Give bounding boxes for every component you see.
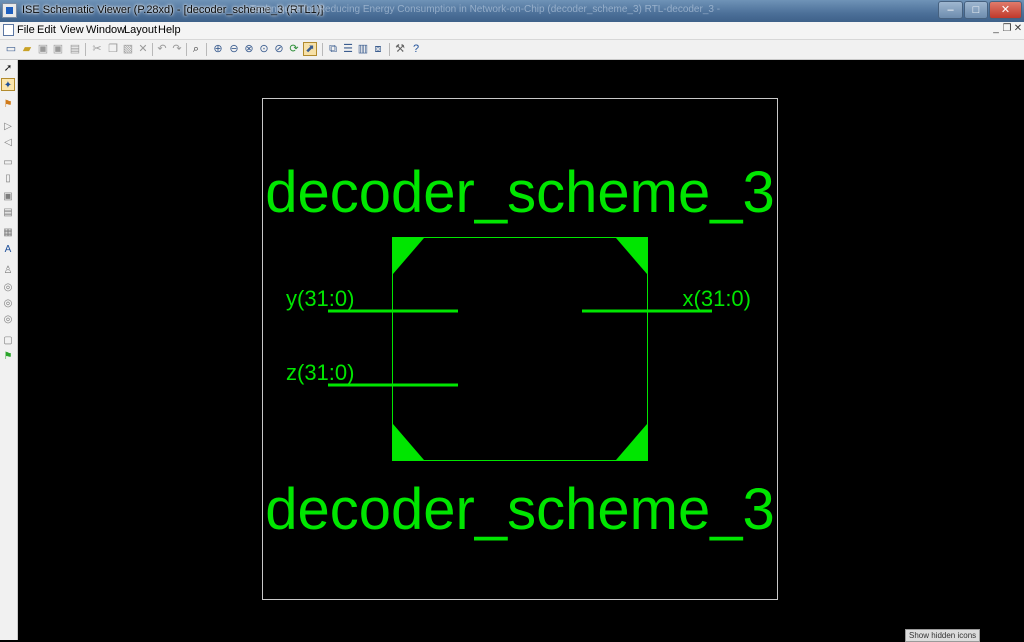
- block-top-label: decoder_scheme_3: [265, 160, 774, 225]
- fit-icon[interactable]: ▢: [1, 334, 15, 347]
- block-corner-top-right: [616, 238, 647, 274]
- menu-edit[interactable]: Edit: [37, 24, 56, 36]
- zoom-area-icon[interactable]: ⊙: [257, 42, 271, 56]
- tile-horizontal-icon[interactable]: ☰: [341, 42, 355, 56]
- port-label-z: z(31:0): [286, 360, 354, 385]
- add-wire-icon[interactable]: ⚑: [1, 98, 15, 111]
- undo-icon[interactable]: ↶: [155, 42, 169, 56]
- expand-icon[interactable]: ▷: [1, 120, 15, 133]
- menu-bar: File Edit View Window Layout Help _ ❐ ✕: [0, 22, 1024, 40]
- block-bottom-label: decoder_scheme_3: [265, 477, 774, 542]
- print-icon[interactable]: ▤: [68, 42, 82, 56]
- properties-icon[interactable]: ⚒: [393, 42, 407, 56]
- menu-layout[interactable]: Layout: [124, 24, 157, 36]
- toolbar: ▭ ▰ ▣ ▣ ▤ ✂ ❐ ▧ ✕ ↶ ↷ ⌕ ⊕ ⊖ ⊗ ⊙ ⊘ ⟳ ⬈ ⧉ …: [0, 40, 1024, 60]
- menu-help[interactable]: Help: [158, 24, 181, 36]
- previous-icon[interactable]: ◎: [1, 281, 15, 294]
- cascade-icon[interactable]: ⧉: [326, 42, 340, 56]
- next-icon[interactable]: ◎: [1, 297, 15, 310]
- arrange-icon[interactable]: ⧈: [371, 42, 385, 56]
- zoom-out-icon[interactable]: ⊖: [227, 42, 241, 56]
- find-icon[interactable]: ⌕: [189, 42, 203, 56]
- menu-window[interactable]: Window: [86, 24, 125, 36]
- hide-pins-icon[interactable]: ▤: [1, 206, 15, 219]
- pan-icon[interactable]: ⬈: [303, 42, 317, 56]
- redo-icon[interactable]: ↷: [170, 42, 184, 56]
- mdi-close-button[interactable]: ✕: [1012, 23, 1024, 34]
- tile-vertical-icon[interactable]: ▥: [356, 42, 370, 56]
- help-icon[interactable]: ?: [409, 42, 423, 56]
- delete-icon[interactable]: ✕: [136, 42, 150, 56]
- menu-view[interactable]: View: [60, 24, 84, 36]
- block-corner-top-left: [393, 238, 424, 274]
- paste-icon[interactable]: ▧: [121, 42, 135, 56]
- green-flag-icon[interactable]: ⚑: [1, 350, 15, 363]
- port-label-y: y(31:0): [286, 286, 354, 311]
- show-pins-icon[interactable]: ▣: [1, 190, 15, 203]
- copy-icon[interactable]: ❐: [106, 42, 120, 56]
- text-icon[interactable]: A: [1, 243, 15, 256]
- collapse-icon[interactable]: ◁: [1, 136, 15, 149]
- app-icon[interactable]: [2, 3, 17, 18]
- select-net-icon[interactable]: ✦: [1, 78, 15, 91]
- open-folder-icon[interactable]: ▰: [20, 42, 34, 56]
- title-bar: ISE Schematic Viewer (P.28xd) - [decoder…: [0, 0, 1024, 22]
- block-corner-bottom-right: [616, 424, 647, 460]
- new-file-icon[interactable]: ▭: [4, 42, 18, 56]
- block-corner-bottom-left: [393, 424, 424, 460]
- menu-file[interactable]: File: [17, 24, 35, 36]
- zoom-in-icon[interactable]: ⊕: [211, 42, 225, 56]
- select-arrow-icon[interactable]: ➚: [1, 62, 15, 75]
- instance-icon[interactable]: ▦: [1, 226, 15, 239]
- save-icon[interactable]: ▣: [36, 42, 50, 56]
- refresh-icon[interactable]: ⟳: [287, 42, 301, 56]
- close-button[interactable]: ✕: [989, 1, 1022, 19]
- up-level-icon[interactable]: ▭: [1, 156, 15, 169]
- cut-icon[interactable]: ✂: [90, 42, 104, 56]
- decoder-block[interactable]: [392, 237, 648, 461]
- minimize-button[interactable]: –: [938, 1, 963, 19]
- show-hidden-icons-tooltip: Show hidden icons: [905, 629, 981, 642]
- save-all-icon[interactable]: ▣: [51, 42, 65, 56]
- left-toolbar: ➚ ✦ ⚑ ▷ ◁ ▭ ▯ ▣ ▤ ▦ A ♙ ◎ ◎ ◎ ▢ ⚑: [0, 60, 18, 640]
- zoom-select-icon[interactable]: ⊘: [272, 42, 286, 56]
- schematic-svg: decoder_scheme_3 y(31:0) z(31:0) x(31:0)…: [262, 98, 778, 600]
- document-icon[interactable]: [3, 24, 14, 36]
- port-label-x: x(31:0): [683, 286, 751, 311]
- push-into-icon[interactable]: ▯: [1, 172, 15, 185]
- add-instance-icon[interactable]: ♙: [1, 264, 15, 277]
- zoom-full-icon[interactable]: ⊗: [242, 42, 256, 56]
- back-icon[interactable]: ◎: [1, 313, 15, 326]
- background-window-title: Techniques for Reducing Energy Consumpti…: [250, 4, 720, 15]
- maximize-button[interactable]: □: [964, 1, 988, 19]
- schematic-canvas[interactable]: decoder_scheme_3 y(31:0) z(31:0) x(31:0)…: [18, 60, 1024, 640]
